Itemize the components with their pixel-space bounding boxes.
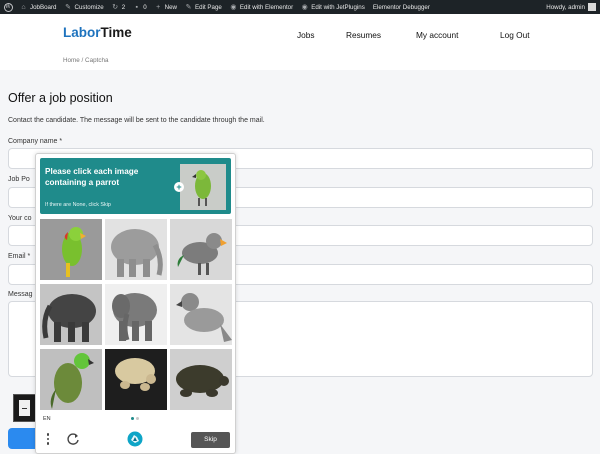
elephant-tile-icon (105, 219, 167, 280)
admin-bar-account[interactable]: Howdy, admin (546, 0, 596, 14)
nav-my-account[interactable]: My account (416, 30, 458, 40)
site-header: LaborTime Jobs Resumes My account Log Ou… (0, 14, 600, 56)
pencil-icon: ✎ (185, 3, 192, 11)
howdy-label: Howdy, admin (546, 3, 585, 11)
admin-bar-updates-count: 2 (121, 3, 126, 11)
admin-bar-edit-page[interactable]: ✎ Edit Page (181, 0, 226, 14)
parrot-example-icon (180, 164, 226, 210)
admin-bar-site-label: JobBoard (30, 3, 57, 11)
captcha-tile-3[interactable] (170, 219, 232, 280)
your-contact-label: Your co (8, 215, 32, 222)
message-label: Messag (8, 291, 33, 298)
expand-example-icon[interactable]: + (174, 182, 184, 192)
captcha-tile-1[interactable] (40, 219, 102, 280)
wordpress-icon: W (3, 2, 13, 12)
admin-bar-updates[interactable]: ↻ 2 (108, 0, 129, 14)
plus-icon: + (156, 3, 161, 11)
captcha-prompt-title: Please click each image containing a par… (45, 167, 139, 187)
nav-log-out[interactable]: Log Out (500, 30, 530, 40)
admin-bar-customize-label: Customize (74, 3, 104, 11)
admin-bar-site[interactable]: ⌂ JobBoard (16, 0, 61, 14)
email-label: Email * (8, 253, 31, 260)
captcha-tile-6[interactable] (170, 284, 232, 345)
captcha-tile-4[interactable] (40, 284, 102, 345)
captcha-tile-9[interactable] (170, 349, 232, 410)
admin-bar-elementor-label: Edit with Elementor (239, 3, 294, 11)
job-position-label: Job Po (8, 176, 30, 183)
form-intro: Contact the candidate. The message will … (8, 117, 265, 124)
company-name-label: Company name * (8, 138, 63, 145)
admin-bar-new-label: New (164, 3, 178, 11)
admin-bar-debugger[interactable]: Elementor Debugger (369, 0, 434, 14)
elephant-tile-icon (105, 284, 167, 345)
page-indicator (131, 417, 139, 420)
admin-bar-elementor[interactable]: ◉ Edit with Elementor (226, 0, 297, 14)
page-title: Offer a job position (8, 91, 113, 105)
wordpress-logo-button[interactable]: W (0, 0, 16, 14)
turtle-tile-icon (170, 349, 232, 410)
home-icon: ⌂ (21, 3, 26, 11)
comment-icon: ▪ (135, 3, 138, 11)
admin-bar-edit-page-label: Edit Page (195, 3, 222, 11)
logo-part-time: Time (100, 25, 132, 40)
captcha-checkbox-widget[interactable] (13, 394, 36, 422)
nav-resumes[interactable]: Resumes (346, 30, 381, 40)
page-dot-2 (136, 417, 139, 420)
elementor-icon: ◉ (230, 3, 237, 11)
admin-bar-comments-count: 0 (143, 3, 147, 11)
admin-bar-comments[interactable]: ▪ 0 (129, 0, 150, 14)
captcha-prompt-hint: If there are None, click Skip (45, 202, 111, 208)
updates-icon: ↻ (112, 3, 119, 11)
captcha-challenge: Please click each image containing a par… (35, 153, 236, 454)
language-selector[interactable]: EN (43, 416, 51, 422)
admin-bar-new[interactable]: + New (151, 0, 181, 14)
captcha-tile-5[interactable] (105, 284, 167, 345)
captcha-checkbox-mark (22, 408, 27, 409)
parrot-tile-icon (40, 219, 102, 280)
avatar (588, 3, 596, 11)
admin-bar-jetplugins[interactable]: ◉ Edit with JetPlugins (297, 0, 369, 14)
captcha-footer: Skip (36, 426, 235, 454)
refresh-icon[interactable] (66, 432, 80, 446)
parrot-tile-icon (40, 349, 102, 410)
brush-icon: ✎ (65, 3, 71, 11)
admin-bar-debugger-label: Elementor Debugger (372, 3, 430, 11)
nav-jobs[interactable]: Jobs (297, 30, 315, 40)
captcha-prompt: Please click each image containing a par… (40, 158, 231, 214)
site-logo[interactable]: LaborTime (63, 25, 132, 40)
admin-bar-jetplugins-label: Edit with JetPlugins (311, 3, 365, 11)
parrot-tile-icon (170, 219, 232, 280)
turtle-tile-icon (105, 349, 167, 410)
prompt-example-image (180, 164, 226, 210)
skip-button[interactable]: Skip (191, 432, 230, 448)
captcha-tile-2[interactable] (105, 219, 167, 280)
elephant-tile-icon (40, 284, 102, 345)
admin-bar: W ⌂ JobBoard ✎ Customize ↻ 2 ▪ 0 + New ✎… (0, 0, 600, 14)
breadcrumb: Home / Captcha (63, 57, 109, 64)
jet-icon: ◉ (301, 3, 308, 11)
menu-dots-icon[interactable] (46, 433, 50, 446)
parrot-tile-icon (170, 284, 232, 345)
captcha-tile-7[interactable] (40, 349, 102, 410)
page-dot-1 (131, 417, 134, 420)
admin-bar-customize[interactable]: ✎ Customize (61, 0, 108, 14)
hcaptcha-logo-icon (127, 431, 143, 447)
logo-part-labor: Labor (63, 25, 101, 40)
captcha-tile-8[interactable] (105, 349, 167, 410)
